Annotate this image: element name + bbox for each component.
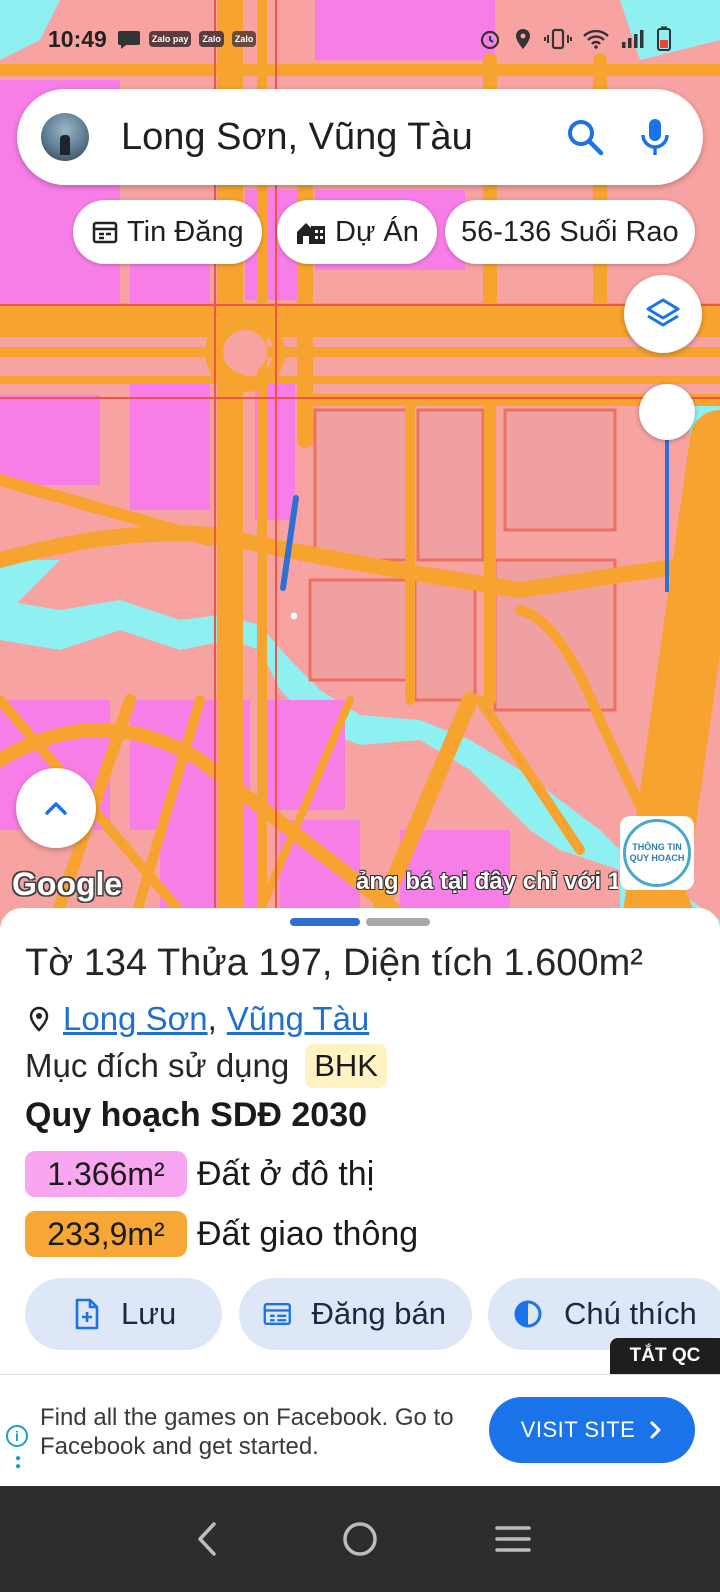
post-sale-button[interactable]: Đăng bán bbox=[239, 1278, 472, 1350]
expand-button[interactable] bbox=[16, 768, 96, 848]
save-button[interactable]: Lưu bbox=[25, 1278, 222, 1350]
home-button[interactable] bbox=[330, 1509, 390, 1569]
building-icon bbox=[297, 223, 325, 244]
menu-button[interactable] bbox=[483, 1509, 543, 1569]
location-icon bbox=[516, 29, 530, 49]
chip-street[interactable]: 56-136 Suối Rao bbox=[445, 200, 695, 264]
vibrate-icon bbox=[544, 28, 572, 50]
location-separator: , bbox=[207, 1000, 217, 1037]
parcel-title: Tờ 134 Thửa 197, Diện tích 1.600m² bbox=[25, 942, 643, 984]
calendar-icon bbox=[92, 221, 118, 244]
purpose-code-badge: BHK bbox=[305, 1044, 387, 1088]
save-label: Lưu bbox=[121, 1296, 177, 1331]
land-purpose-row: Mục đích sử dụng BHK bbox=[25, 1044, 387, 1088]
chip-projects[interactable]: Dự Án bbox=[277, 200, 437, 264]
ad-text: Find all the games on Facebook. Go to Fa… bbox=[40, 1404, 454, 1460]
land-use-label: Đất giao thông bbox=[197, 1214, 419, 1253]
legend-icon bbox=[514, 1300, 542, 1328]
search-input[interactable]: Long Sơn, Vũng Tàu bbox=[121, 116, 565, 159]
microphone-icon[interactable] bbox=[635, 117, 675, 157]
sheet-handle-active[interactable] bbox=[290, 918, 360, 926]
ad-info-icon[interactable]: i bbox=[6, 1425, 28, 1447]
legend-label: Chú thích bbox=[564, 1296, 697, 1331]
chevron-right-icon bbox=[650, 1421, 661, 1439]
search-icon[interactable] bbox=[565, 117, 605, 157]
chip-listings[interactable]: Tin Đăng bbox=[73, 200, 262, 264]
land-use-label: Đất ở đô thị bbox=[197, 1154, 375, 1193]
search-bar[interactable]: Long Sơn, Vũng Tàu bbox=[17, 89, 703, 185]
location-link-ward[interactable]: Long Sơn bbox=[63, 1000, 208, 1038]
chip-label: Tin Đăng bbox=[127, 215, 244, 248]
back-button[interactable] bbox=[177, 1509, 237, 1569]
back-icon bbox=[197, 1522, 216, 1556]
signal-icon bbox=[622, 30, 644, 48]
wifi-icon bbox=[583, 29, 609, 49]
opacity-slider-thumb[interactable] bbox=[639, 384, 695, 440]
avatar[interactable] bbox=[41, 113, 89, 161]
land-use-row: 233,9m² Đất giao thông bbox=[25, 1211, 418, 1257]
status-time: 10:49 bbox=[48, 25, 107, 52]
menu-icon bbox=[495, 1526, 532, 1552]
purpose-label: Mục đích sử dụng bbox=[25, 1047, 290, 1084]
promo-marquee: ảng bá tại đây chỉ với 1 bbox=[356, 868, 618, 895]
logo-line: QUY HOẠCH bbox=[629, 853, 685, 863]
location-pin-icon bbox=[29, 1006, 49, 1032]
visit-site-button[interactable]: VISIT SITE bbox=[489, 1397, 695, 1463]
notification-icons: Zalo pay Zalo Zalo bbox=[117, 27, 257, 51]
logo-line: THÔNG TIN bbox=[632, 842, 682, 852]
chevron-up-icon bbox=[45, 802, 67, 815]
listing-icon bbox=[263, 1303, 291, 1325]
post-sale-label: Đăng bán bbox=[311, 1296, 446, 1331]
chip-label: 56-136 Suối Rao bbox=[461, 215, 679, 248]
zalo-icon: Zalo bbox=[231, 31, 257, 47]
zalopay-icon: Zalo pay bbox=[148, 31, 192, 47]
chip-label: Dự Án bbox=[335, 215, 419, 248]
ad-menu-icon[interactable]: ● ● bbox=[15, 1454, 21, 1472]
plan-title: Quy hoạch SDĐ 2030 bbox=[25, 1096, 368, 1134]
home-icon bbox=[343, 1522, 377, 1556]
save-file-icon bbox=[75, 1298, 99, 1330]
parcel-sheet[interactable]: Tờ 134 Thửa 197, Diện tích 1.600m² Long … bbox=[0, 908, 720, 1378]
planning-info-logo[interactable]: THÔNG TIN QUY HOẠCH bbox=[620, 816, 694, 890]
alarm-icon bbox=[480, 30, 500, 50]
land-use-area-badge: 1.366m² bbox=[25, 1151, 187, 1197]
system-nav-bar bbox=[0, 1486, 720, 1592]
layers-button[interactable] bbox=[624, 275, 702, 353]
close-ads-button[interactable]: TẮT QC bbox=[610, 1338, 720, 1374]
system-icons bbox=[478, 26, 672, 52]
visit-site-label: VISIT SITE bbox=[520, 1417, 636, 1442]
land-use-row: 1.366m² Đất ở đô thị bbox=[25, 1151, 374, 1197]
location-link-city[interactable]: Vũng Tàu bbox=[227, 1000, 370, 1038]
land-use-area-badge: 233,9m² bbox=[25, 1211, 187, 1257]
google-attribution: Google bbox=[12, 866, 123, 902]
message-icon bbox=[117, 31, 140, 49]
status-bar: 10:49 Zalo pay Zalo Zalo bbox=[0, 0, 720, 78]
layers-icon bbox=[646, 298, 680, 327]
battery-icon bbox=[657, 26, 671, 51]
zalo-icon: Zalo bbox=[199, 31, 224, 47]
ad-banner[interactable]: i ● ● Find all the games on Facebook. Go … bbox=[0, 1374, 720, 1486]
parcel-location: Long Sơn , Vũng Tàu bbox=[25, 1000, 369, 1038]
sheet-handle[interactable] bbox=[366, 918, 430, 926]
